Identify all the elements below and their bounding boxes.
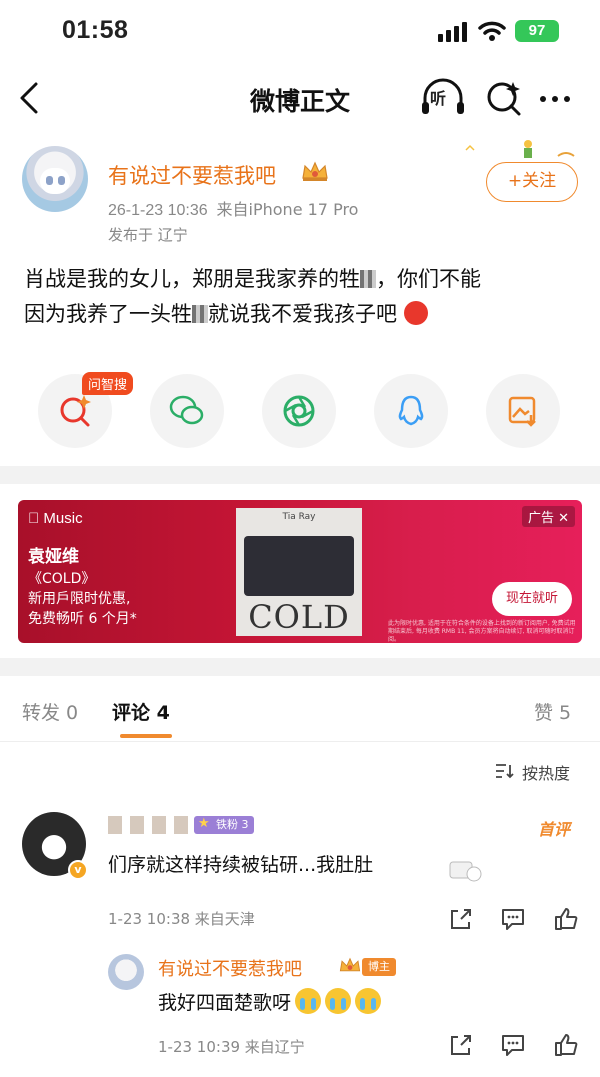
reply-time: 1-23 10:39 来自辽宁 (158, 1038, 305, 1056)
ask-badge: 问智搜 (82, 372, 134, 395)
reply-text: 我好四面楚歌呀 (158, 988, 382, 1015)
cellular-signal-icon (438, 20, 467, 42)
sort-icon (496, 764, 514, 779)
post-text-line2b: 就说我不爱我孩子吧 (208, 302, 397, 326)
wifi-icon (478, 21, 506, 41)
wechat-icon (169, 395, 204, 425)
like-icon[interactable] (553, 906, 579, 932)
crying-emoji-icon (295, 988, 322, 1014)
apple-music-logo:  Music (28, 510, 83, 527)
reply-author-avatar[interactable] (108, 954, 144, 990)
author-badge: 博主 (362, 958, 396, 976)
album-cover-artist: Tia Ray (282, 512, 316, 522)
active-tab-indicator (120, 734, 172, 738)
ad-artist: 袁娅维 (28, 547, 79, 567)
listen-button[interactable]: 听 (420, 78, 466, 118)
ad-banner[interactable]:  Music 袁娅维 《COLD》 新用戶限时优惠, 免费畅听 6 个月* T… (18, 500, 582, 643)
verified-badge-icon: v (68, 860, 88, 880)
commenter-name-redacted[interactable] (108, 816, 188, 834)
section-divider (0, 658, 600, 676)
mosaic-icon (360, 270, 376, 288)
status-time: 01:58 (62, 16, 129, 44)
ad-offer-line2: 新用戶限时优惠, (28, 591, 131, 607)
author-name[interactable]: 有说过不要惹我吧 (108, 160, 276, 190)
angry-face-emoji-icon (403, 301, 428, 325)
comment-icon[interactable] (500, 1032, 526, 1058)
ad-label-close[interactable]: 广告 ✕ (522, 506, 576, 527)
post-text-line1a: 肖战是我的女儿，郑朋是我家养的牲 (24, 267, 360, 291)
ad-fine-print: 此为限时优惠, 适用于在符合条件的设备上找到的新订阅用户, 免费试用期结束后, … (388, 620, 576, 643)
save-image-button[interactable] (486, 374, 560, 448)
share-row: 问智搜 (0, 372, 600, 462)
tab-repost[interactable]: 转发 0 (22, 698, 78, 725)
share-qq-button[interactable] (374, 374, 448, 448)
ad-album: 《COLD》 (28, 571, 96, 587)
status-bar: 01:58 97 (0, 0, 600, 62)
tab-likes[interactable]: 赞 5 (534, 698, 571, 725)
crying-emoji-icon (325, 988, 352, 1014)
ad-offer-line3: 免费畅听 6 个月* (28, 611, 137, 627)
share-icon[interactable] (448, 906, 474, 932)
post-source: 来自iPhone 17 Pro (216, 200, 359, 219)
reply-author-name[interactable]: 有说过不要惹我吧 (158, 955, 302, 981)
post-text-line2a: 因为我养了一头牲 (24, 302, 192, 326)
follow-button[interactable]: +关注 (486, 162, 578, 202)
post-meta: 26-1-23 10:36 来自iPhone 17 Pro (108, 196, 358, 220)
battery-icon: 97 (515, 20, 559, 42)
ai-search-icon (60, 395, 91, 427)
reply-text-content: 我好四面楚歌呀 (158, 992, 292, 1014)
album-cover: Tia Ray COLD (236, 508, 362, 636)
listen-now-button[interactable]: 现在就听 (492, 582, 572, 616)
share-wechat-button[interactable] (150, 374, 224, 448)
comment-text: 们序就这样持续被钻研...我肚肚 (108, 854, 374, 876)
crown-icon (302, 161, 328, 181)
comment-time: 1-23 10:38 来自天津 (108, 910, 255, 928)
section-divider (0, 466, 600, 484)
listen-label: 听 (430, 89, 447, 108)
album-cover-title: COLD (248, 598, 350, 636)
sticker-icon (449, 861, 482, 882)
post-date: 26-1-23 10:36 (108, 202, 208, 219)
save-image-icon (508, 396, 536, 427)
share-icon[interactable] (448, 1032, 474, 1058)
comment-icon[interactable] (500, 906, 526, 932)
post-header: 有说过不要惹我吧 26-1-23 10:36 来自iPhone 17 Pro 发… (0, 132, 600, 252)
author-avatar[interactable] (22, 146, 88, 212)
post-text-line1b: ，你们不能 (376, 267, 481, 291)
crown-icon (339, 957, 361, 972)
crying-emoji-icon (355, 988, 382, 1014)
tab-comments[interactable]: 评论 4 (112, 698, 170, 725)
fan-badge: 铁粉 3 (194, 815, 254, 834)
like-icon[interactable] (553, 1032, 579, 1058)
moments-icon (283, 395, 315, 427)
post-tabs: 转发 0 评论 4 赞 5 (0, 676, 600, 742)
sort-label: 按热度 (522, 764, 571, 783)
nav-bar: 微博正文 听 (0, 62, 600, 132)
post-location: 发布于 辽宁 (108, 226, 188, 244)
mosaic-icon (192, 305, 208, 323)
first-comment-badge: 首评 (538, 820, 571, 839)
qq-icon (398, 395, 424, 426)
more-icon[interactable] (540, 96, 570, 102)
share-moments-button[interactable] (262, 374, 336, 448)
search-icon[interactable] (484, 78, 524, 118)
post-text: 肖战是我的女儿，郑朋是我家养的牲 ，你们不能 因为我养了一头牲 就说我不爱我孩子吧 (24, 262, 580, 332)
